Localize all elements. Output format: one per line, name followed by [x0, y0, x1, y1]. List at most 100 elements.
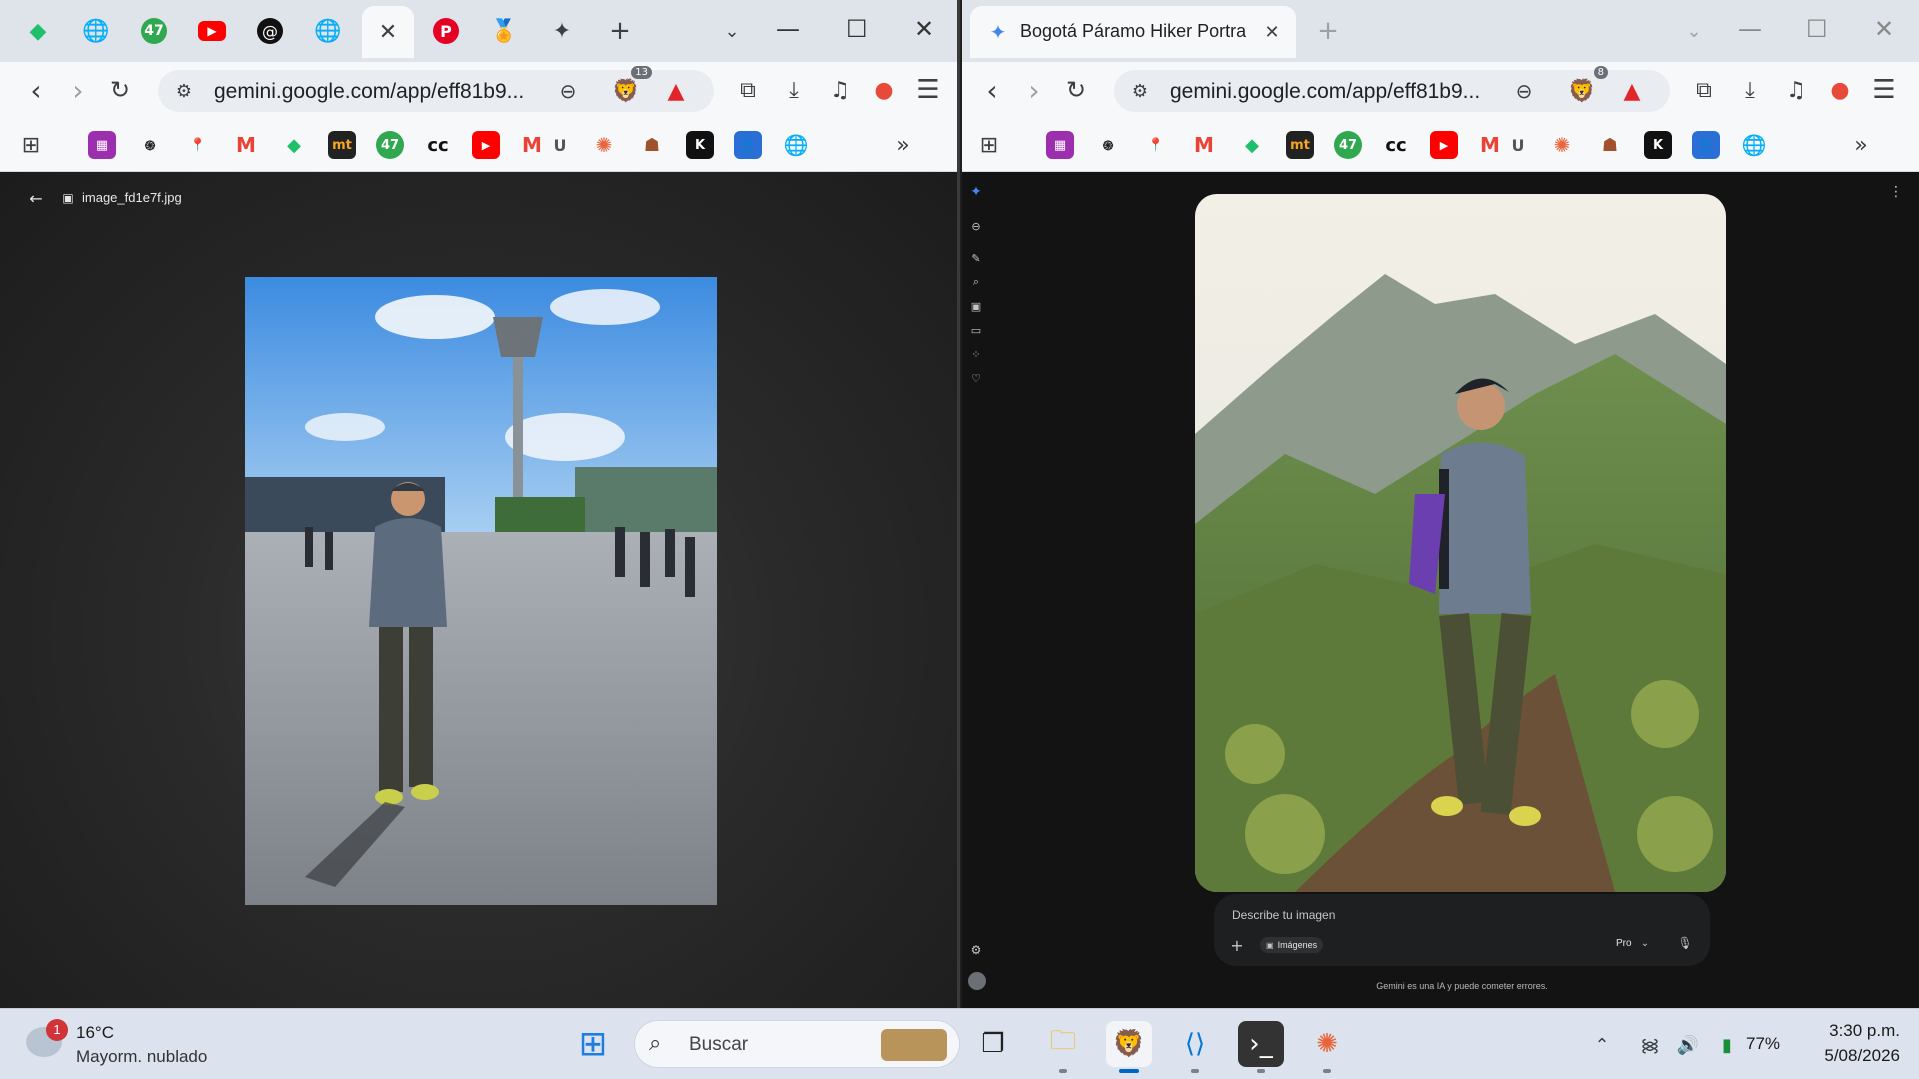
back-icon[interactable]: ‹ [972, 70, 1012, 110]
zoom-icon[interactable]: ⊖ [1506, 72, 1542, 110]
tab-active[interactable]: ✕ [362, 6, 414, 58]
bookmark-openai-icon[interactable]: ֍ [136, 131, 164, 159]
vscode-icon[interactable]: ⟨⟩ [1172, 1021, 1218, 1073]
terminal-icon[interactable]: ›_ [1238, 1021, 1284, 1073]
bookmark-claude-icon[interactable]: ✺ [1548, 131, 1576, 159]
brave-taskbar-icon[interactable]: 🦁 [1106, 1021, 1152, 1073]
weather-temp[interactable]: 16°C [76, 1023, 114, 1043]
bookmark-contacts-icon[interactable]: 👤 [734, 131, 762, 159]
bookmark-mascot-icon[interactable]: ☗ [638, 131, 666, 159]
brave-rewards-icon[interactable]: ▲ [1614, 72, 1650, 110]
tab-search-chevron-icon[interactable]: ⌄ [1674, 11, 1714, 51]
bookmark-youtube-icon[interactable]: ▶ [472, 131, 500, 159]
clock-date[interactable]: 5/08/2026 [1800, 1046, 1900, 1066]
taskbar-search[interactable]: ⌕ Buscar [634, 1020, 960, 1068]
wifi-icon[interactable]: ᯼ [1636, 1031, 1664, 1059]
close-window-icon[interactable]: ✕ [1874, 15, 1894, 43]
address-bar[interactable]: ⚙ gemini.google.com/app/eff81b9... ⊖ 🦁 8 … [1114, 66, 1670, 112]
media-icon[interactable]: ♫ [1776, 70, 1816, 110]
close-tab-icon[interactable]: ✕ [1258, 18, 1286, 46]
bookmark-contacts-icon[interactable]: 👤 [1692, 131, 1720, 159]
library-icon[interactable]: ▭ [968, 322, 984, 338]
bookmark-openai-icon[interactable]: ֍ [1094, 131, 1122, 159]
bookmark-slack-icon[interactable]: ▦ [1046, 131, 1074, 159]
bookmark-youtube-icon[interactable]: ▶ [1430, 131, 1458, 159]
tab-youtube-icon[interactable]: ▶ [192, 11, 232, 51]
new-tab-icon[interactable]: + [600, 11, 640, 51]
bookmark-feedly-icon[interactable]: ◆ [280, 131, 308, 159]
tab-search-chevron-icon[interactable]: ⌄ [712, 11, 752, 51]
file-explorer-icon[interactable]: 🗀 [1040, 1021, 1086, 1073]
tab-feedly-icon[interactable]: ◆ [18, 11, 58, 51]
apps-grid-icon[interactable]: ⊞ [14, 128, 48, 162]
close-tab-icon[interactable]: ✕ [362, 6, 414, 58]
tab-pinterest-icon[interactable]: P [426, 11, 466, 51]
close-window-icon[interactable]: ✕ [914, 15, 934, 43]
menu-icon[interactable]: ☰ [908, 70, 948, 110]
reload-icon[interactable]: ↻ [1056, 70, 1096, 110]
model-selector[interactable]: Pro [1616, 938, 1632, 949]
download-icon[interactable]: ⤓ [774, 70, 814, 110]
microphone-icon[interactable]: 🎙 [1676, 934, 1694, 952]
bookmark-gmail2-icon[interactable]: M [518, 131, 546, 159]
battery-icon[interactable]: ▮ [1712, 1031, 1742, 1059]
heart-icon[interactable]: ♡ [968, 370, 984, 386]
bookmark-mt-icon[interactable]: mt [328, 131, 356, 159]
volume-icon[interactable]: 🔊 [1674, 1031, 1702, 1059]
forward-icon[interactable]: › [58, 70, 98, 110]
bookmark-k-icon[interactable]: K [1644, 131, 1672, 159]
clock-time[interactable]: 3:30 p.m. [1800, 1021, 1900, 1041]
tab-gemini[interactable]: ✦ Bogotá Páramo Hiker Portrait - G ✕ [970, 6, 1296, 58]
bookmark-slack-icon[interactable]: ▦ [88, 131, 116, 159]
uploaded-photo[interactable] [245, 277, 717, 905]
weather-desc[interactable]: Mayorm. nublado [76, 1047, 207, 1067]
show-hidden-icons[interactable]: ⌃ [1588, 1031, 1616, 1059]
toggle-sidebar-icon[interactable]: ⊖ [968, 218, 984, 234]
prompt-input[interactable]: Describe tu imagen [1232, 908, 1335, 922]
bookmark-cc-icon[interactable]: cc [1382, 131, 1410, 159]
tab-pinwheel-icon[interactable]: ✦ [542, 11, 582, 51]
site-settings-icon[interactable]: ⚙ [166, 72, 202, 110]
bookmark-mt-icon[interactable]: mt [1286, 131, 1314, 159]
bookmark-u-label[interactable]: U [546, 131, 574, 159]
start-icon[interactable]: ⊞ [570, 1021, 616, 1067]
claude-taskbar-icon[interactable]: ✺ [1304, 1021, 1350, 1073]
more-options-icon[interactable]: ⋮ [1886, 182, 1906, 202]
reload-icon[interactable]: ↻ [100, 70, 140, 110]
viewer-back-icon[interactable]: ← [24, 186, 48, 210]
task-view-icon[interactable]: ❐ [970, 1021, 1016, 1067]
tab-globe-icon[interactable]: 🌐 [76, 11, 116, 51]
minimize-icon[interactable]: — [776, 15, 800, 43]
bookmark-u-label[interactable]: U [1504, 131, 1532, 159]
tab-threads-icon[interactable]: @ [250, 11, 290, 51]
tab-badge-icon[interactable]: 🏅 [484, 11, 524, 51]
menu-icon[interactable]: ☰ [1864, 70, 1904, 110]
gems-icon[interactable]: ⁘ [968, 346, 984, 362]
new-chat-icon[interactable]: ✎ [968, 250, 984, 266]
bookmark-maps-icon[interactable]: 📍 [184, 131, 212, 159]
images-chip[interactable]: ▣ Imágenes [1260, 937, 1324, 953]
model-chevron-icon[interactable]: ⌄ [1638, 936, 1652, 950]
tab-47-icon[interactable]: 47 [134, 11, 174, 51]
maximize-icon[interactable]: ☐ [1806, 15, 1828, 43]
download-icon[interactable]: ⤓ [1730, 70, 1770, 110]
media-icon[interactable]: ♫ [820, 70, 860, 110]
bookmark-globe-icon[interactable]: 🌐 [782, 131, 810, 159]
apps-grid-icon[interactable]: ⊞ [972, 128, 1006, 162]
bookmark-k-icon[interactable]: K [686, 131, 714, 159]
extensions-icon[interactable]: ⧉ [1684, 70, 1724, 110]
more-bookmarks-icon[interactable]: » [886, 128, 920, 162]
add-icon[interactable]: + [1228, 936, 1246, 955]
bookmark-feedly-icon[interactable]: ◆ [1238, 131, 1266, 159]
forward-icon[interactable]: › [1014, 70, 1054, 110]
bookmark-claude-icon[interactable]: ✺ [590, 131, 618, 159]
maximize-icon[interactable]: ☐ [846, 15, 868, 43]
profile-icon[interactable]: ● [864, 70, 904, 110]
avatar[interactable] [968, 972, 986, 990]
profile-icon[interactable]: ● [1820, 70, 1860, 110]
bookmark-globe-icon[interactable]: 🌐 [1740, 131, 1768, 159]
brave-rewards-icon[interactable]: ▲ [658, 72, 694, 110]
generated-image[interactable] [1195, 194, 1726, 892]
minimize-icon[interactable]: — [1738, 15, 1762, 43]
bookmark-mascot-icon[interactable]: ☗ [1596, 131, 1624, 159]
